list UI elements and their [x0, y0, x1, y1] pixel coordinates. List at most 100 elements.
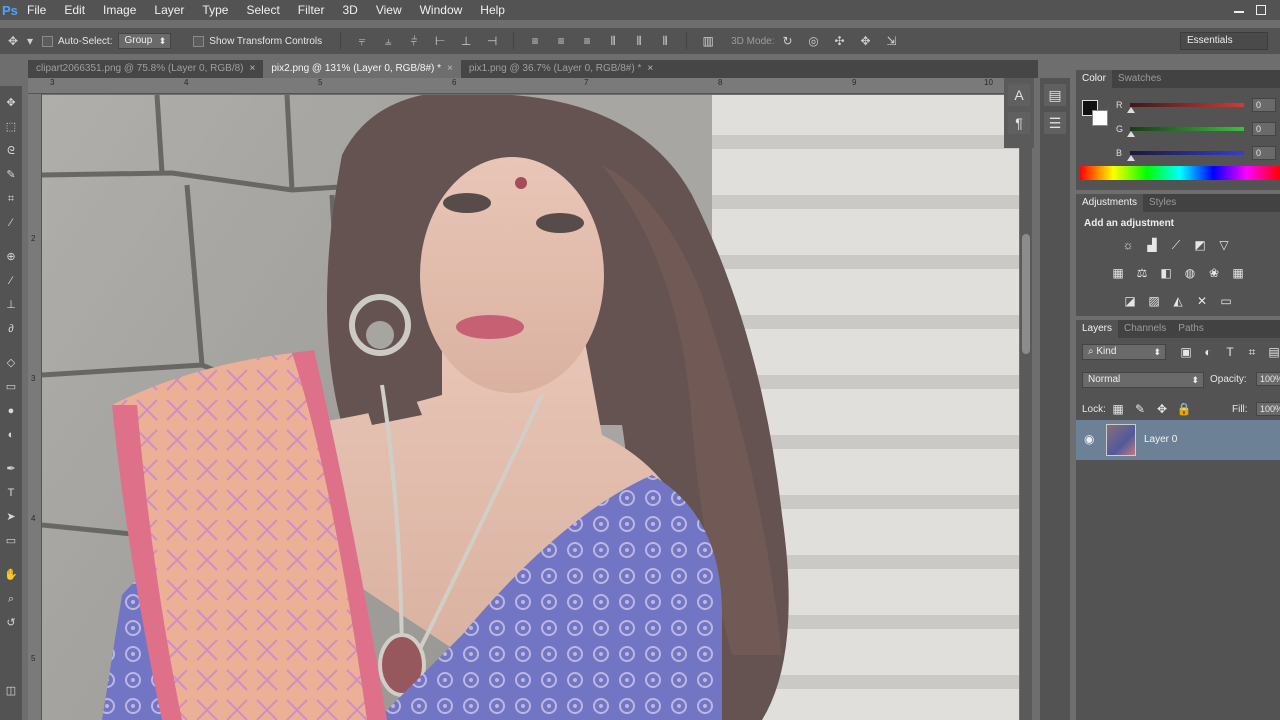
filter-adjustment-icon[interactable]: ◐	[1200, 345, 1216, 359]
tab-color[interactable]: Color	[1076, 70, 1112, 88]
distribute-vcenter-icon[interactable]: ≡	[553, 34, 569, 48]
3d-pan-icon[interactable]: ✣	[831, 34, 847, 48]
blend-mode-dropdown[interactable]: Normal	[1082, 372, 1204, 388]
background-color-chip[interactable]	[1092, 110, 1108, 126]
levels-icon[interactable]: ▟	[1144, 238, 1160, 252]
workspace-switcher[interactable]: Essentials	[1180, 32, 1268, 50]
green-value[interactable]: 0	[1252, 122, 1276, 136]
3d-orbit-icon[interactable]: ↻	[779, 34, 795, 48]
red-value[interactable]: 0	[1252, 98, 1276, 112]
vertical-ruler[interactable]: 2 3 4 5	[28, 94, 42, 720]
hue-saturation-icon[interactable]: ▦	[1110, 266, 1126, 280]
filter-pixel-icon[interactable]: ▣	[1178, 345, 1194, 359]
pen-tool-icon[interactable]: ✒	[3, 462, 19, 476]
color-lookup-icon[interactable]: ▦	[1230, 266, 1246, 280]
quick-select-tool-icon[interactable]: ✎	[3, 168, 19, 182]
invert-icon[interactable]: ◪	[1122, 294, 1138, 308]
rotate-view-icon[interactable]: ↺	[3, 616, 19, 630]
healing-tool-icon[interactable]: ⊕	[3, 250, 19, 264]
selective-color-icon[interactable]: ✕	[1194, 294, 1210, 308]
lock-image-icon[interactable]: ✎	[1132, 402, 1148, 416]
lock-transparent-icon[interactable]: ▦	[1110, 402, 1126, 416]
align-bottom-icon[interactable]: ⫩	[406, 34, 422, 48]
brush-tool-icon[interactable]: ∕	[3, 274, 19, 288]
color-spectrum-bar[interactable]	[1080, 166, 1280, 180]
slider-thumb[interactable]	[1127, 131, 1135, 137]
vibrance-icon[interactable]: ▽	[1216, 238, 1232, 252]
history-brush-icon[interactable]: ∂	[3, 322, 19, 336]
black-white-icon[interactable]: ◧	[1158, 266, 1174, 280]
distribute-top-icon[interactable]: ≡	[527, 34, 543, 48]
menu-edit[interactable]: Edit	[55, 3, 94, 17]
align-vcenter-icon[interactable]: ⫨	[380, 34, 396, 48]
align-left-icon[interactable]: ⊢	[432, 34, 448, 48]
menu-view[interactable]: View	[367, 3, 411, 17]
group-dropdown[interactable]: Group	[118, 33, 172, 49]
visibility-eye-icon[interactable]: ◉	[1084, 432, 1094, 446]
menu-help[interactable]: Help	[471, 3, 514, 17]
hand-tool-icon[interactable]: ✋	[3, 568, 19, 582]
fill-input[interactable]: 100%	[1256, 402, 1280, 416]
slider-thumb[interactable]	[1127, 107, 1135, 113]
tab-styles[interactable]: Styles	[1143, 194, 1182, 212]
menu-file[interactable]: File	[18, 3, 55, 17]
menu-3d[interactable]: 3D	[333, 3, 366, 17]
slider-thumb[interactable]	[1127, 155, 1135, 161]
filter-type-icon[interactable]: T	[1222, 345, 1238, 359]
auto-align-icon[interactable]: ▥	[700, 34, 716, 48]
menu-type[interactable]: Type	[193, 3, 237, 17]
tab-swatches[interactable]: Swatches	[1112, 70, 1167, 88]
history-panel-icon[interactable]: ▤	[1044, 84, 1066, 106]
red-slider[interactable]	[1127, 103, 1244, 113]
gradient-tool-icon[interactable]: ▭	[3, 380, 19, 394]
3d-slide-icon[interactable]: ✥	[857, 34, 873, 48]
brightness-contrast-icon[interactable]: ☼	[1120, 238, 1136, 252]
green-slider[interactable]	[1127, 127, 1244, 137]
curves-icon[interactable]: ⟋	[1168, 238, 1184, 252]
menu-filter[interactable]: Filter	[289, 3, 334, 17]
threshold-icon[interactable]: ◭	[1170, 294, 1186, 308]
tab-channels[interactable]: Channels	[1118, 320, 1172, 338]
canvas-vertical-scrollbar[interactable]	[1020, 94, 1032, 720]
posterize-icon[interactable]: ▨	[1146, 294, 1162, 308]
tab-pix1[interactable]: pix1.png @ 36.7% (Layer 0, RGB/8#) * ×	[461, 60, 661, 78]
distribute-left-icon[interactable]: ⦀	[605, 34, 621, 48]
document-canvas[interactable]	[42, 95, 1019, 720]
close-icon[interactable]: ×	[447, 60, 453, 78]
blue-slider[interactable]	[1127, 151, 1244, 161]
blur-tool-icon[interactable]: ●	[3, 404, 19, 418]
tab-pix2[interactable]: pix2.png @ 131% (Layer 0, RGB/8#) * ×	[263, 60, 461, 78]
quick-mask-icon[interactable]: ◫	[3, 684, 19, 698]
zoom-tool-icon[interactable]: ⌕	[3, 592, 19, 606]
menu-image[interactable]: Image	[94, 3, 145, 17]
menu-window[interactable]: Window	[411, 3, 472, 17]
move-tool-icon[interactable]: ✥	[5, 34, 21, 48]
close-icon[interactable]: ×	[250, 60, 256, 78]
close-icon[interactable]: ×	[647, 60, 653, 78]
3d-roll-icon[interactable]: ◎	[805, 34, 821, 48]
color-balance-icon[interactable]: ⚖	[1134, 266, 1150, 280]
crop-tool-icon[interactable]: ⌗	[3, 192, 19, 206]
channel-mixer-icon[interactable]: ❀	[1206, 266, 1222, 280]
3d-scale-icon[interactable]: ⇲	[883, 34, 899, 48]
paragraph-panel-icon[interactable]: ¶	[1008, 112, 1030, 134]
lasso-tool-icon[interactable]: ᘓ	[3, 144, 19, 158]
tab-clipart[interactable]: clipart2066351.png @ 75.8% (Layer 0, RGB…	[28, 60, 263, 78]
type-tool-icon[interactable]: T	[3, 486, 19, 500]
move-tool-icon[interactable]: ✥	[3, 96, 19, 110]
align-top-icon[interactable]: ⫧	[354, 34, 370, 48]
scrollbar-thumb[interactable]	[1022, 234, 1030, 354]
tab-paths[interactable]: Paths	[1172, 320, 1210, 338]
filter-shape-icon[interactable]: ⌗	[1244, 345, 1260, 359]
menu-select[interactable]: Select	[237, 3, 288, 17]
menu-layer[interactable]: Layer	[145, 3, 193, 17]
lock-position-icon[interactable]: ✥	[1154, 402, 1170, 416]
minimize-button[interactable]	[1234, 7, 1244, 13]
distribute-right-icon[interactable]: ⦀	[657, 34, 673, 48]
path-select-tool-icon[interactable]: ➤	[3, 510, 19, 524]
auto-select-checkbox[interactable]	[42, 35, 53, 47]
filter-smart-object-icon[interactable]: ▤	[1266, 345, 1280, 359]
shape-tool-icon[interactable]: ▭	[3, 534, 19, 548]
align-right-icon[interactable]: ⊣	[484, 34, 500, 48]
photo-filter-icon[interactable]: ◍	[1182, 266, 1198, 280]
